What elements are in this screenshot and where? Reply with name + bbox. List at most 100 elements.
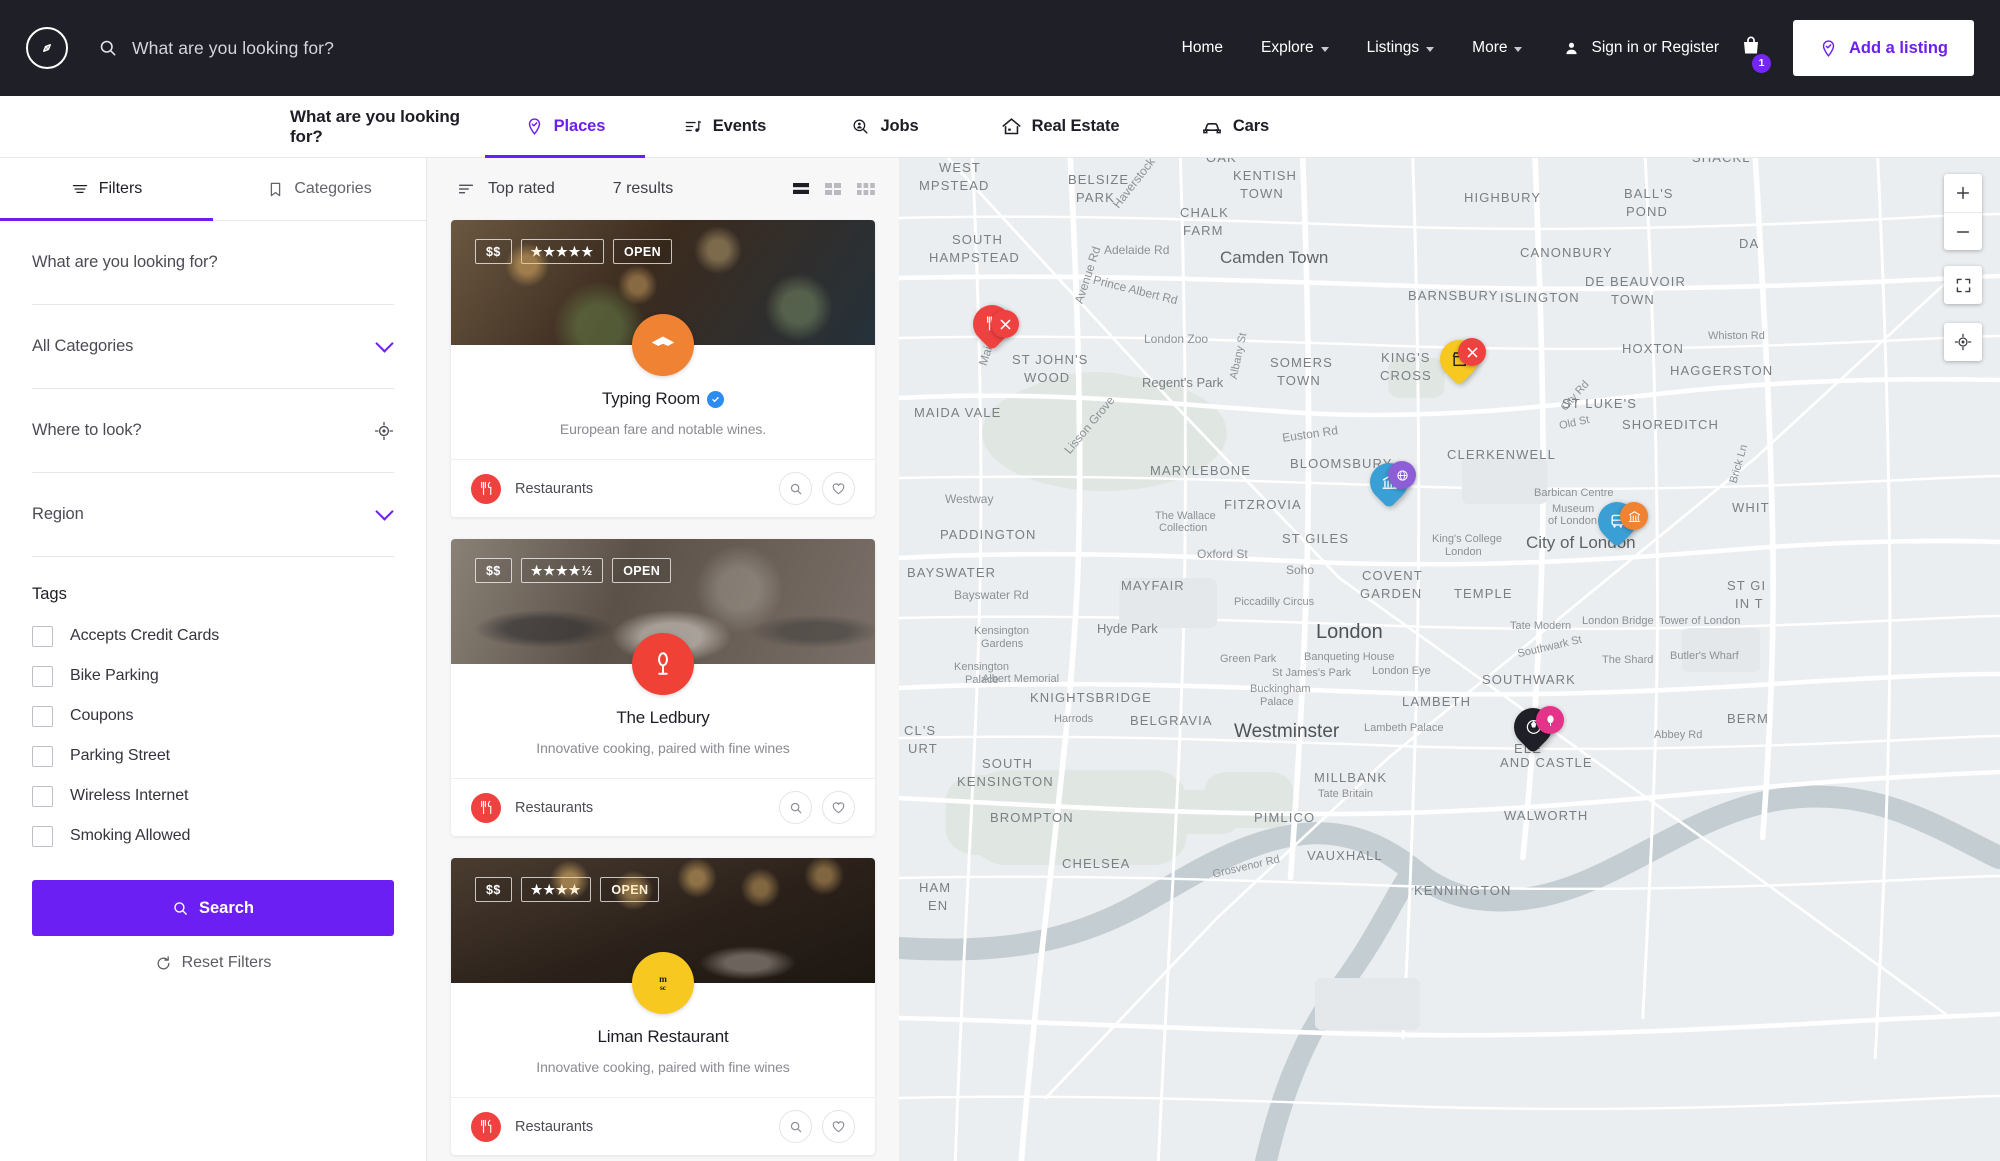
- sidebar-tab-label: Categories: [294, 180, 372, 197]
- favorite-button[interactable]: [822, 791, 855, 824]
- map-pin-globe[interactable]: [1388, 461, 1416, 489]
- checkbox-box[interactable]: [32, 665, 53, 687]
- car-icon: [1202, 122, 1221, 133]
- favorite-button[interactable]: [822, 472, 855, 505]
- tag-checkbox-accepts-credit-cards[interactable]: Accepts Credit Cards: [32, 616, 394, 656]
- search-tabstrip-label: What are you looking for?: [290, 106, 460, 146]
- tab-places[interactable]: Places: [485, 96, 645, 158]
- add-listing-button[interactable]: Add a listing: [1793, 20, 1974, 76]
- msc-logo-icon: m sc: [659, 975, 667, 992]
- nav-item-listings[interactable]: Listings: [1348, 39, 1454, 57]
- listing-card[interactable]: $$ ★★★★ OPEN m sc Liman Restaurant: [451, 858, 875, 1155]
- signin-register-link[interactable]: Sign in or Register: [1541, 39, 1733, 57]
- preview-button[interactable]: [779, 791, 812, 824]
- grid-view-icon[interactable]: [825, 181, 841, 197]
- wine-icon: [658, 652, 668, 675]
- filter-icon: [72, 184, 87, 194]
- listing-footer: Restaurants: [451, 778, 875, 836]
- tab-jobs[interactable]: Jobs: [805, 96, 965, 157]
- site-logo[interactable]: [26, 27, 68, 69]
- restaurant-x-icon: [1467, 347, 1477, 357]
- nav-item-explore[interactable]: Explore: [1242, 39, 1348, 57]
- listing-card[interactable]: $$ ★★★★★ OPEN Typing Room: [451, 220, 875, 517]
- map-pin-restaurant-x[interactable]: [1458, 338, 1486, 366]
- tab-label: Events: [712, 117, 767, 135]
- map-zoom-out-button[interactable]: [1944, 212, 1982, 250]
- cart-button[interactable]: 1: [1733, 34, 1779, 73]
- job-search-icon: [853, 119, 868, 134]
- plus-icon: [1956, 186, 1970, 200]
- sidebar-tab-filters[interactable]: Filters: [0, 158, 213, 221]
- checkbox-box[interactable]: [32, 705, 53, 727]
- results-list: $$ ★★★★★ OPEN Typing Room: [427, 220, 899, 1155]
- header-search[interactable]: What are you looking for?: [98, 38, 334, 59]
- listing-title: The Ledbury: [616, 708, 710, 727]
- view-mode-group: [793, 181, 875, 197]
- map-zoom-in-button[interactable]: [1944, 174, 1982, 212]
- map-pin-balloon[interactable]: [1536, 706, 1564, 734]
- reset-filters-button[interactable]: Reset Filters: [32, 954, 394, 972]
- listing-footer: Restaurants: [451, 459, 875, 517]
- nav-item-home[interactable]: Home: [1163, 39, 1242, 57]
- listing-image: $$ ★★★★½ OPEN: [451, 539, 875, 695]
- filter-region-select[interactable]: Region: [32, 473, 394, 557]
- tag-checkbox-bike-parking[interactable]: Bike Parking: [32, 656, 394, 696]
- main-content: Filters Categories What are you looking …: [0, 158, 2000, 1161]
- tag-checkbox-smoking-allowed[interactable]: Smoking Allowed: [32, 816, 394, 856]
- listing-title: Typing Room: [602, 389, 700, 408]
- map-zoom-controls: [1944, 174, 1982, 250]
- tag-checkbox-parking-street[interactable]: Parking Street: [32, 736, 394, 776]
- sidebar-tab-categories[interactable]: Categories: [213, 158, 426, 220]
- tab-events[interactable]: Events: [645, 96, 805, 157]
- restaurant-icon: [480, 800, 491, 815]
- restaurant-icon: [480, 1119, 491, 1134]
- top-header: What are you looking for? Home Explore L…: [0, 0, 2000, 96]
- map-pin-restaurant-x[interactable]: [991, 310, 1019, 338]
- tab-cars[interactable]: Cars: [1155, 96, 1315, 157]
- compact-grid-view-icon[interactable]: [857, 181, 875, 197]
- restaurant-icon: [480, 481, 491, 496]
- listing-avatar[interactable]: m sc: [632, 952, 694, 1014]
- tab-real-estate[interactable]: Real Estate: [965, 96, 1155, 157]
- filter-keyword-input[interactable]: What are you looking for?: [32, 221, 394, 305]
- tag-checkbox-coupons[interactable]: Coupons: [32, 696, 394, 736]
- compass-icon: [43, 44, 51, 52]
- sidebar-tabs: Filters Categories: [0, 158, 426, 221]
- checkbox-box[interactable]: [32, 825, 53, 847]
- favorite-button[interactable]: [822, 1110, 855, 1143]
- checkbox-box[interactable]: [32, 745, 53, 767]
- search-button[interactable]: Search: [32, 880, 394, 936]
- heart-icon: [832, 1121, 845, 1133]
- map-fullscreen-button[interactable]: [1944, 266, 1982, 304]
- map-locate-button[interactable]: [1944, 323, 1982, 361]
- listing-avatar[interactable]: [632, 314, 694, 376]
- listing-title: Liman Restaurant: [597, 1027, 729, 1046]
- listing-description: Innovative cooking, paired with fine win…: [536, 740, 790, 756]
- list-view-icon[interactable]: [793, 181, 809, 197]
- checkbox-box[interactable]: [32, 785, 53, 807]
- map-pin-bank[interactable]: [1620, 502, 1648, 530]
- listing-image: $$ ★★★★★ OPEN: [451, 220, 875, 376]
- fullscreen-icon: [1956, 278, 1970, 292]
- map-panel[interactable]: HAMPSTEADGOSPELOAKHOLLOWAYSHACKLWESTMPST…: [899, 158, 2000, 1161]
- preview-button[interactable]: [779, 1110, 812, 1143]
- category-name: Restaurants: [515, 1118, 594, 1135]
- filter-category-select[interactable]: All Categories: [32, 305, 394, 389]
- listing-actions: [779, 472, 855, 505]
- sort-icon: [458, 184, 474, 194]
- search-icon: [790, 483, 801, 494]
- preview-button[interactable]: [779, 472, 812, 505]
- locate-me-icon: [1954, 333, 1972, 351]
- sort-dropdown[interactable]: Top rated: [435, 180, 555, 198]
- tag-checkbox-wireless-internet[interactable]: Wireless Internet: [32, 776, 394, 816]
- locate-icon[interactable]: [374, 421, 394, 441]
- search-icon: [174, 901, 187, 915]
- listing-avatar[interactable]: [632, 633, 694, 695]
- nav-label: More: [1472, 39, 1508, 56]
- filter-location-input[interactable]: Where to look?: [32, 389, 394, 473]
- checkbox-box[interactable]: [32, 625, 53, 647]
- map-pin-check-icon: [528, 118, 540, 135]
- listing-description: European fare and notable wines.: [559, 421, 767, 437]
- nav-item-more[interactable]: More: [1453, 39, 1541, 57]
- listing-card[interactable]: $$ ★★★★½ OPEN The Ledbury: [451, 539, 875, 836]
